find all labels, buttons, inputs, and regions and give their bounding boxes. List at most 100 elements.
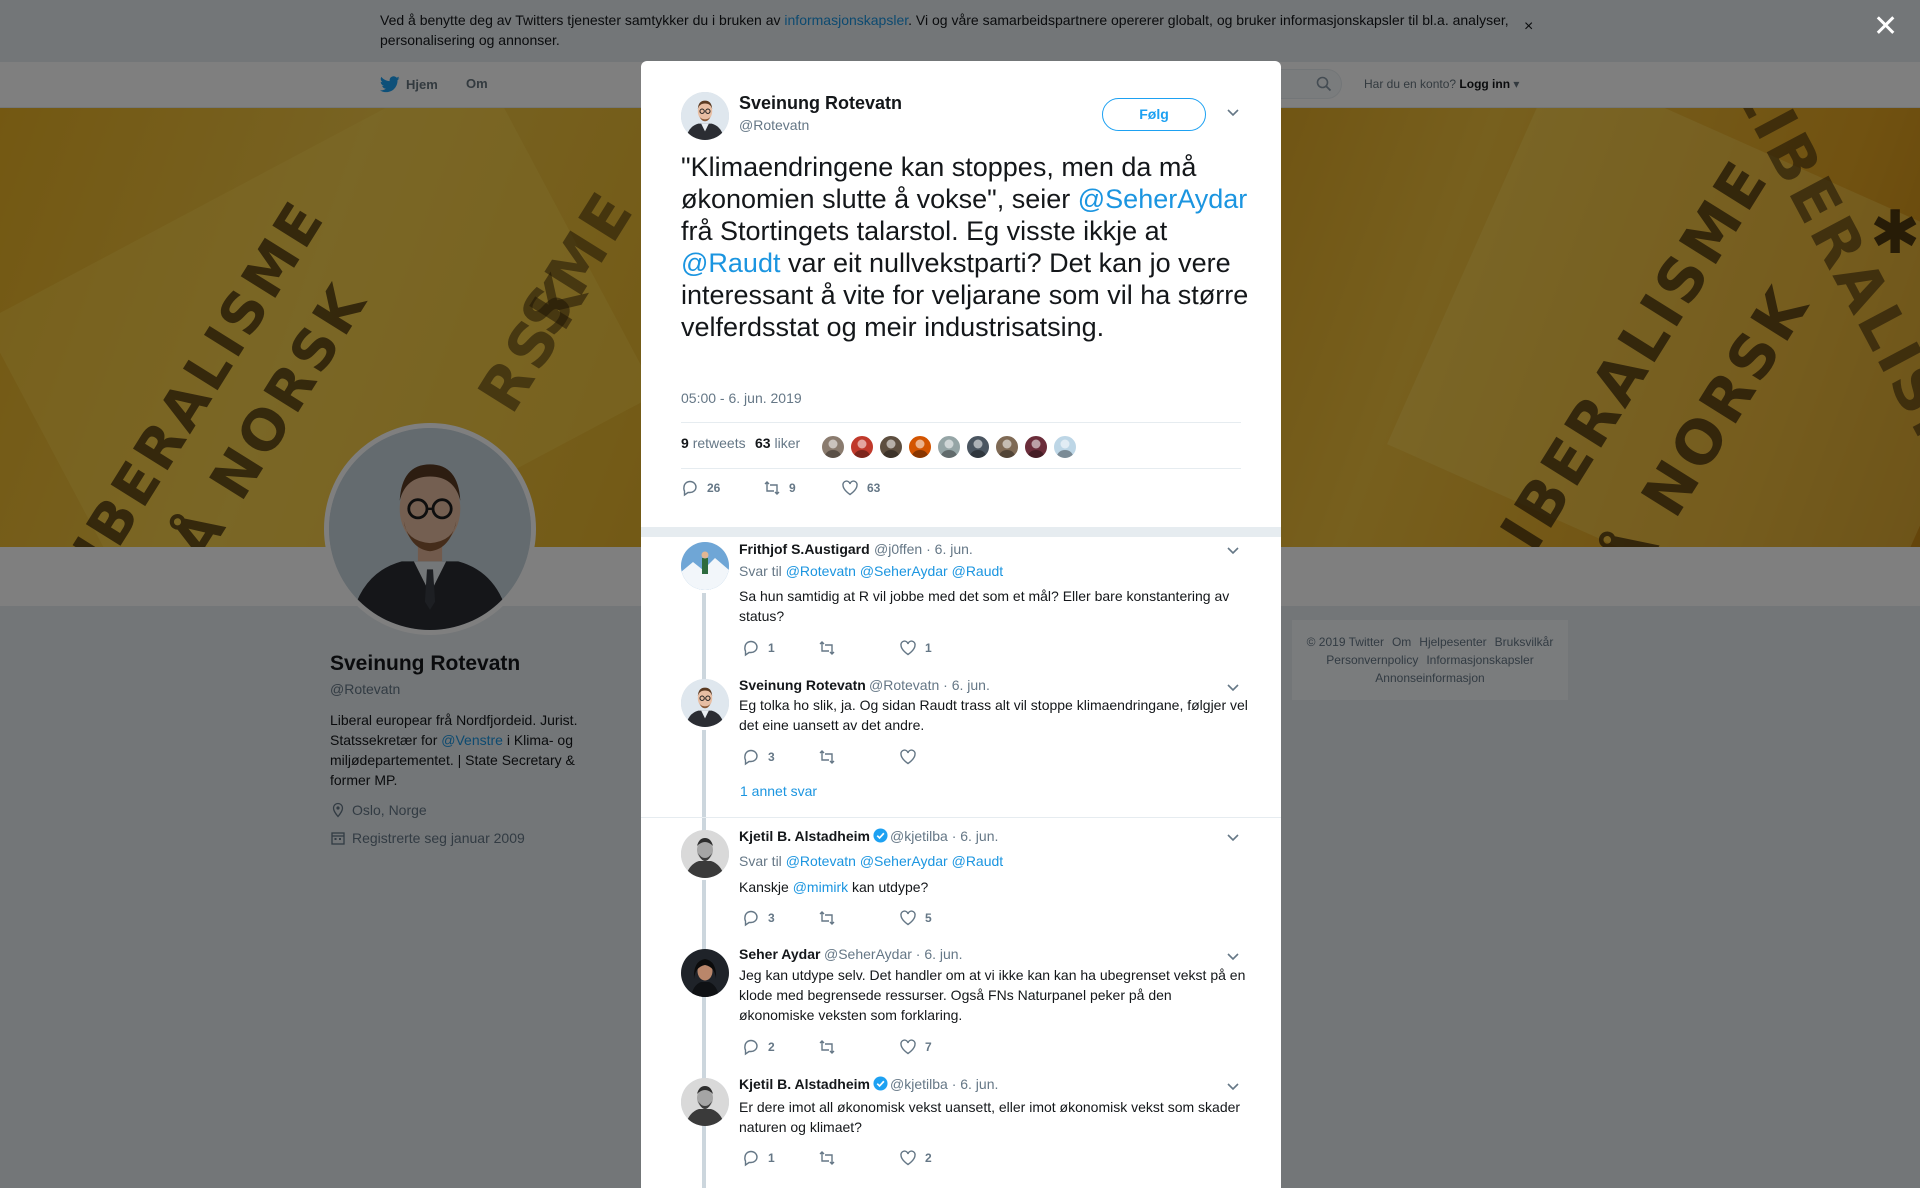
retweet-button[interactable]: 9 bbox=[763, 479, 796, 497]
chevron-down-icon[interactable] bbox=[1226, 832, 1240, 842]
like-count: 1 bbox=[925, 641, 932, 655]
verified-badge-icon bbox=[873, 1076, 888, 1091]
reply-to-mentions[interactable]: @Rotevatn @SeherAydar @Raudt bbox=[786, 563, 1004, 579]
reply-avatar[interactable] bbox=[681, 1078, 729, 1126]
reply-handle[interactable]: @kjetilba bbox=[890, 1076, 948, 1092]
chevron-down-icon[interactable] bbox=[1226, 107, 1240, 117]
author-name[interactable]: Sveinung Rotevatn bbox=[739, 93, 902, 114]
retweets-stat[interactable]: 9 retweets bbox=[681, 435, 746, 451]
like-button[interactable]: 2 bbox=[899, 1149, 932, 1167]
liker-avatar[interactable] bbox=[821, 435, 845, 459]
follow-button[interactable]: Følg bbox=[1102, 98, 1206, 131]
reply-date[interactable]: · 6. jun. bbox=[943, 677, 990, 693]
chevron-down-icon[interactable] bbox=[1226, 682, 1240, 692]
like-button[interactable]: 1 bbox=[899, 639, 932, 657]
reply-button[interactable]: 2 bbox=[742, 1038, 775, 1056]
retweet-button[interactable] bbox=[818, 1038, 844, 1056]
reply-button[interactable]: 3 bbox=[742, 909, 775, 927]
close-icon[interactable]: ✕ bbox=[1873, 12, 1898, 42]
reply-avatar[interactable] bbox=[681, 542, 729, 590]
person-photo-icon bbox=[681, 949, 729, 997]
reply-count: 26 bbox=[707, 481, 721, 495]
person-photo-icon bbox=[940, 439, 958, 458]
liker-avatar[interactable] bbox=[908, 435, 932, 459]
chevron-down-icon[interactable] bbox=[1226, 1081, 1240, 1091]
reply-to-mentions[interactable]: @Rotevatn @SeherAydar @Raudt bbox=[786, 853, 1004, 869]
retweet-button[interactable] bbox=[818, 748, 844, 766]
reply-date[interactable]: · 6. jun. bbox=[952, 1076, 999, 1092]
reply-button[interactable]: 26 bbox=[681, 479, 720, 497]
reply-icon bbox=[744, 749, 758, 766]
reply-avatar[interactable] bbox=[681, 679, 729, 727]
reply-author-name[interactable]: Sveinung Rotevatn bbox=[739, 677, 866, 693]
reply-button[interactable]: 1 bbox=[742, 1149, 775, 1167]
person-photo-icon bbox=[998, 439, 1016, 458]
reply-handle[interactable]: @SeherAydar bbox=[824, 946, 912, 962]
person-photo-icon bbox=[853, 439, 871, 458]
liker-avatar[interactable] bbox=[966, 435, 990, 459]
liker-avatar[interactable] bbox=[1053, 435, 1077, 459]
mention-link[interactable]: @Raudt bbox=[681, 248, 780, 278]
retweet-icon bbox=[819, 1040, 835, 1054]
like-button[interactable]: 63 bbox=[841, 479, 880, 497]
heart-icon bbox=[900, 749, 916, 765]
like-button[interactable]: 5 bbox=[899, 909, 932, 927]
skier-photo-icon bbox=[681, 542, 729, 590]
reply-icon bbox=[744, 1150, 758, 1167]
reply-date[interactable]: · 6. jun. bbox=[916, 946, 963, 962]
like-button[interactable] bbox=[899, 748, 925, 766]
like-count: 7 bbox=[925, 1040, 932, 1054]
reply-author-name[interactable]: Kjetil B. Alstadheim bbox=[739, 828, 888, 844]
reply-icon bbox=[744, 910, 758, 927]
author-avatar[interactable] bbox=[681, 92, 729, 140]
reply-icon bbox=[744, 640, 758, 657]
chevron-down-icon[interactable] bbox=[1226, 951, 1240, 961]
person-bw-photo-icon bbox=[681, 1078, 729, 1126]
liker-avatar[interactable] bbox=[1024, 435, 1048, 459]
person-portrait-icon bbox=[681, 679, 729, 727]
mention-link[interactable]: @SeherAydar bbox=[1078, 184, 1248, 214]
reply-author-name[interactable]: Kjetil B. Alstadheim bbox=[739, 1076, 888, 1092]
reply-author-name[interactable]: Seher Aydar bbox=[739, 946, 820, 962]
divider bbox=[641, 527, 1281, 537]
chevron-down-icon[interactable] bbox=[1226, 545, 1240, 555]
reply-text: Er dere imot all økonomisk vekst uansett… bbox=[739, 1099, 1241, 1135]
verified-badge-icon bbox=[873, 828, 888, 843]
reply-handle[interactable]: @Rotevatn bbox=[869, 677, 939, 693]
reply-button[interactable]: 1 bbox=[742, 639, 775, 657]
liker-avatar[interactable] bbox=[879, 435, 903, 459]
reply-author-name-text: Kjetil B. Alstadheim bbox=[739, 828, 870, 844]
person-bw-photo-icon bbox=[681, 830, 729, 878]
reply-text: Jeg kan utdype selv. Det handler om at v… bbox=[739, 967, 1246, 1023]
reply-avatar[interactable] bbox=[681, 949, 729, 997]
reply-handle[interactable]: @kjetilba bbox=[890, 828, 948, 844]
retweet-button[interactable] bbox=[818, 1149, 844, 1167]
retweet-icon bbox=[764, 481, 780, 495]
show-more-replies-link[interactable]: 1 annet svar bbox=[740, 783, 817, 799]
reply-date[interactable]: · 6. jun. bbox=[926, 541, 973, 557]
liker-avatar[interactable] bbox=[850, 435, 874, 459]
likes-count: 63 bbox=[755, 435, 771, 451]
reply-button[interactable]: 3 bbox=[742, 748, 775, 766]
reply-author-name[interactable]: Frithjof S.Austigard bbox=[739, 541, 870, 557]
retweet-icon bbox=[819, 911, 835, 925]
retweet-button[interactable] bbox=[818, 639, 844, 657]
liker-avatar[interactable] bbox=[937, 435, 961, 459]
mention-link[interactable]: @mimirk bbox=[793, 879, 848, 895]
tweet-timestamp[interactable]: 05:00 - 6. jun. 2019 bbox=[681, 390, 802, 406]
likes-stat[interactable]: 63 liker bbox=[755, 435, 800, 451]
reply-handle[interactable]: @j0ffen bbox=[874, 541, 922, 557]
reply-handle-date: @kjetilba · 6. jun. bbox=[890, 1076, 998, 1092]
reply-to-label: Svar til bbox=[739, 563, 782, 579]
heart-icon bbox=[900, 1150, 916, 1166]
reply-avatar[interactable] bbox=[681, 830, 729, 878]
author-handle[interactable]: @Rotevatn bbox=[739, 117, 809, 133]
person-photo-icon bbox=[824, 439, 842, 458]
retweet-button[interactable] bbox=[818, 909, 844, 927]
like-button[interactable]: 7 bbox=[899, 1038, 932, 1056]
liker-avatar[interactable] bbox=[995, 435, 1019, 459]
divider bbox=[641, 817, 1281, 818]
reply-date[interactable]: · 6. jun. bbox=[952, 828, 999, 844]
retweets-count: 9 bbox=[681, 435, 689, 451]
tweet-actions: 26 9 63 bbox=[681, 479, 1241, 503]
